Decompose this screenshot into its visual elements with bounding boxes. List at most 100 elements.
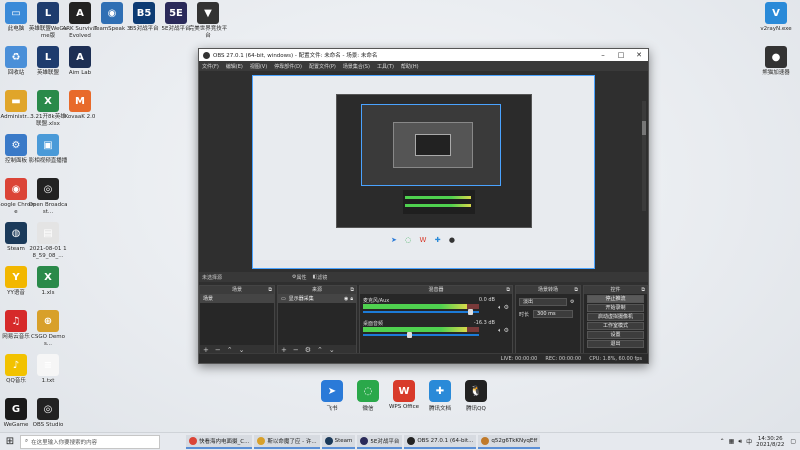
menu-item[interactable]: 文件(F) — [202, 63, 219, 70]
taskbar-app[interactable]: 快看海内电面摄_C... — [186, 434, 253, 449]
menu-item[interactable]: 视图(V) — [250, 63, 267, 70]
taskbar-app[interactable]: 斯以命魔了应 - 许... — [254, 434, 320, 449]
properties-button[interactable]: ⚙ 属性 — [292, 274, 307, 281]
app-icon: ▭ — [5, 2, 27, 24]
app-icon: ◎ — [37, 398, 59, 420]
scene-item[interactable]: 场景 — [200, 294, 274, 303]
eye-icon[interactable]: ◉ — [344, 296, 348, 302]
desktop-icon[interactable]: ◎ OBS Studio — [28, 398, 68, 429]
scrollbar-thumb[interactable] — [642, 121, 646, 135]
notification-icon[interactable]: ▢ — [790, 438, 796, 445]
nested-qq-icon: ● — [448, 236, 455, 244]
volume-slider-knob[interactable] — [467, 309, 473, 315]
volume-icon[interactable]: 🔊︎ — [738, 438, 742, 446]
no-source-label: 未选择源 — [202, 274, 223, 281]
transition-settings-icon[interactable]: ⚙ — [570, 299, 574, 305]
dock-app[interactable]: 🐧 腾讯QQ — [458, 380, 494, 412]
control-button[interactable]: 退出 — [587, 340, 644, 348]
menu-item[interactable]: 停靠部件(D) — [274, 63, 302, 70]
duration-input[interactable]: 300 ms — [533, 310, 574, 318]
nested-preview-core — [415, 134, 451, 156]
desktop-icon[interactable]: ▤ 2021-08-01 18_59_08_... — [28, 222, 68, 260]
desktop-icon[interactable]: X 1.xls — [28, 266, 68, 297]
taskbar-app[interactable]: Steam — [321, 434, 356, 449]
desktop-icon[interactable]: ≡ 1.txt — [28, 354, 68, 385]
volume-meter — [363, 327, 479, 332]
obs-window[interactable]: OBS 27.0.1 (64-bit, windows) - 配置文件: 未命名… — [198, 48, 649, 364]
dock-settings-icon[interactable]: ⧉ — [268, 286, 272, 294]
dock-settings-icon[interactable]: ⧉ — [574, 286, 578, 294]
app-icon: ◉ — [101, 2, 123, 24]
app-icon: ▼ — [197, 2, 219, 24]
control-button[interactable]: 停止推流 — [587, 295, 644, 303]
taskbar-app[interactable]: OBS 27.0.1 (64-bit... — [404, 434, 477, 449]
gear-icon[interactable]: ⚙ — [502, 304, 509, 311]
volume-meter — [363, 304, 479, 309]
mixer-track: 麦克风/Aux 0.0 dB 🔈︎ ⚙ — [363, 297, 509, 317]
filters-button[interactable]: ◧ 滤镜 — [313, 274, 328, 281]
source-item[interactable]: ▭ 显示器采集 ◉ 🔒︎ — [278, 294, 356, 303]
volume-slider-knob[interactable] — [407, 332, 413, 338]
menu-item[interactable]: 编辑(E) — [226, 63, 243, 70]
desktop-icon[interactable]: A Aim Lab — [60, 46, 100, 77]
clock[interactable]: 14:30:26 2021/8/22 — [756, 436, 784, 448]
desktop-icon[interactable]: ▼ 完美世界竞技平台 — [188, 2, 228, 40]
desktop-icon[interactable]: M KovaaK 2.0 — [60, 90, 100, 121]
lock-icon[interactable]: 🔒︎ — [350, 296, 353, 302]
network-icon[interactable]: ▦ — [729, 438, 735, 445]
taskbar-search[interactable]: ⌕ 在这里输入你要搜索的内容 — [20, 434, 160, 449]
preview-canvas[interactable]: ➤ ◌ W ✚ ● — [252, 75, 595, 269]
transition-select[interactable]: 淡出 — [519, 298, 567, 306]
track-controls: 🔈︎ ⚙ — [498, 304, 509, 312]
dock-app[interactable]: ✚ 腾讯文档 — [422, 380, 458, 412]
dock-app[interactable]: ◌ 微信 — [350, 380, 386, 412]
control-button[interactable]: 开始录制 — [587, 304, 644, 312]
app-icon: ▤ — [37, 222, 59, 244]
taskbar-app-label: OBS 27.0.1 (64-bit... — [417, 437, 474, 444]
desktop-icon[interactable]: Vv2rayN.exe — [756, 2, 796, 33]
dock-app[interactable]: ➤ 飞书 — [314, 380, 350, 412]
desktop-icon[interactable]: ⊕ CSGO Demos... — [28, 310, 68, 348]
maximize-icon[interactable]: □ — [612, 51, 630, 59]
app-icon: G — [5, 398, 27, 420]
desktop-icon[interactable]: ● 熊猫加速器 — [756, 46, 796, 77]
dock-settings-icon[interactable]: ⧉ — [641, 286, 645, 294]
windows-start-icon[interactable]: ⊞ — [0, 436, 20, 447]
desktop-icon-label: 熊猫加速器 — [762, 70, 790, 76]
nested-mixer — [403, 190, 475, 214]
monitor-icon: ▭ — [281, 295, 286, 302]
menu-item[interactable]: 工具(T) — [377, 63, 394, 70]
taskbar-app[interactable]: q52g6TkKNyqEff — [478, 434, 541, 449]
desktop-icon-label: Open Broadcast... — [28, 202, 68, 215]
tray-chevron-icon[interactable]: ⌃ — [720, 438, 725, 445]
close-icon[interactable]: ✕ — [630, 51, 648, 59]
volume-slider[interactable] — [363, 309, 479, 315]
dock-app-icon: ✚ — [429, 380, 451, 402]
control-button[interactable]: 设置 — [587, 331, 644, 339]
live-status: LIVE: 00:00:00 — [500, 355, 538, 362]
dock-app-icon: W — [393, 380, 415, 402]
menu-item[interactable]: 帮助(H) — [401, 63, 419, 70]
gear-icon[interactable]: ⚙ — [502, 327, 509, 334]
desktop-icon-label: OBS Studio — [32, 422, 64, 428]
desktop-icon[interactable]: ◎ Open Broadcast... — [28, 178, 68, 216]
taskbar-app[interactable]: 5E对战平台 — [357, 434, 403, 449]
minimize-icon[interactable]: – — [594, 51, 612, 59]
nested-meter-2 — [405, 204, 471, 207]
dock-settings-icon[interactable]: ⧉ — [506, 286, 510, 294]
dock-settings-icon[interactable]: ⧉ — [350, 286, 354, 294]
control-button[interactable]: 工作室模式 — [587, 322, 644, 330]
obs-titlebar[interactable]: OBS 27.0.1 (64-bit, windows) - 配置文件: 未命名… — [199, 49, 648, 61]
menu-item[interactable]: 配置文件(P) — [309, 63, 336, 70]
transitions-header: 场景转场 — [537, 287, 558, 293]
volume-slider[interactable] — [363, 332, 479, 338]
dock-app[interactable]: W WPS Office — [386, 380, 422, 412]
menu-item[interactable]: 场景集合(S) — [343, 63, 370, 70]
ime-icon[interactable]: 中 — [746, 437, 752, 446]
app-icon: ≡ — [37, 354, 59, 376]
desktop-icon[interactable]: ▣ 影相视频直播播 — [28, 134, 68, 165]
mixer-header: 混音器 — [428, 287, 444, 293]
preview-scrollbar[interactable] — [642, 101, 646, 211]
control-button[interactable]: 启动虚拟摄像机 — [587, 313, 644, 321]
scenes-dock: 场景 ⧉ 场景 + − ⌃ ⌄ — [199, 285, 275, 355]
